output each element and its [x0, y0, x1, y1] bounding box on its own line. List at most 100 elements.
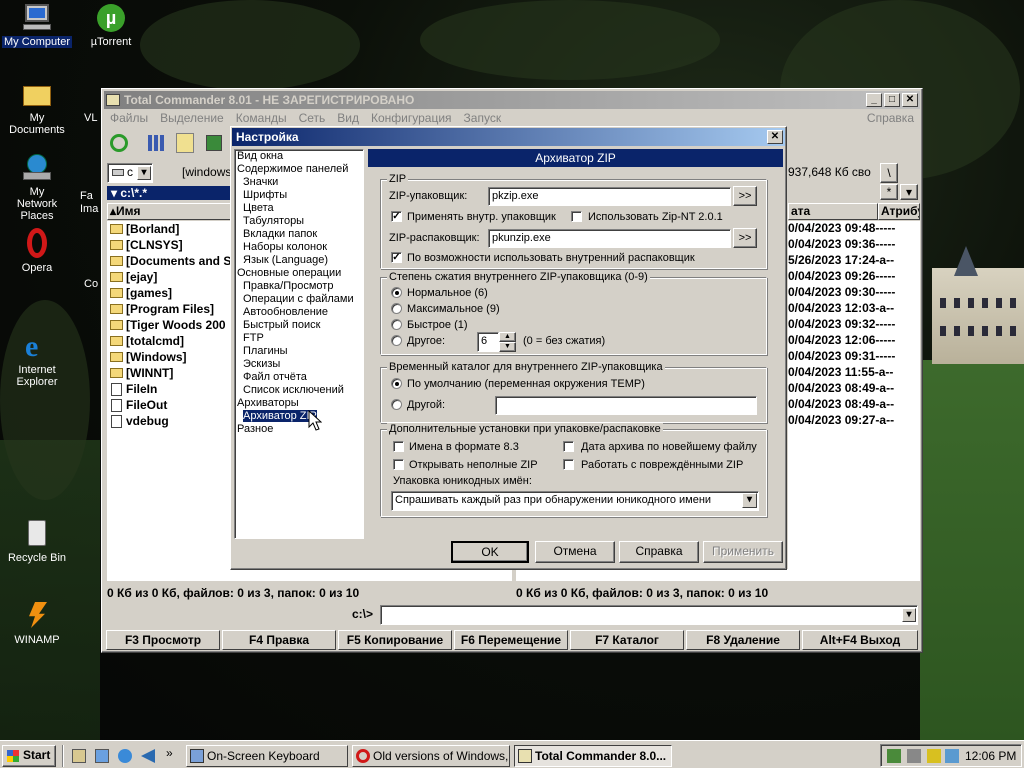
- col-date-header[interactable]: ата: [788, 203, 878, 220]
- file-row-date[interactable]: 0/04/2023 12:06-----: [788, 333, 920, 349]
- compression-level-input[interactable]: 6: [477, 332, 499, 352]
- menu-start[interactable]: Запуск: [458, 111, 508, 125]
- cancel-button[interactable]: Отмена: [535, 541, 615, 563]
- start-button[interactable]: Start: [2, 745, 56, 767]
- compression-max-radio[interactable]: [391, 303, 402, 314]
- task-on-screen-keyboard[interactable]: On-Screen Keyboard: [186, 745, 348, 767]
- menu-select[interactable]: Выделение: [154, 111, 230, 125]
- file-row[interactable]: [CLNSYS]: [107, 237, 232, 253]
- dialog-titlebar[interactable]: Настройка ✕: [232, 128, 785, 146]
- temp-default-radio[interactable]: [391, 378, 402, 389]
- close-button[interactable]: ✕: [902, 93, 918, 107]
- desktop-icon-winamp[interactable]: WINAMP: [0, 600, 74, 646]
- file-row[interactable]: [Tiger Woods 200: [107, 317, 232, 333]
- tree-item[interactable]: Архиватор ZIP: [235, 410, 363, 423]
- left-path[interactable]: ▾ c:\*.*: [107, 186, 232, 200]
- task-total-commander[interactable]: Total Commander 8.0...: [514, 745, 672, 767]
- desktop-icon-recycle-bin[interactable]: Recycle Bin: [0, 518, 74, 564]
- desktop-icon-utorrent[interactable]: µ µTorrent: [74, 2, 148, 48]
- tray-sound-icon[interactable]: [907, 749, 921, 763]
- temp-other-radio[interactable]: [391, 399, 402, 410]
- file-row[interactable]: [games]: [107, 285, 232, 301]
- tree-item[interactable]: Табуляторы: [235, 215, 363, 228]
- use-internal-unpacker-checkbox[interactable]: ✓: [391, 252, 402, 263]
- file-row-date[interactable]: 0/04/2023 08:49-a--: [788, 381, 920, 397]
- menu-config[interactable]: Конфигурация: [365, 111, 458, 125]
- refresh-icon[interactable]: [110, 134, 128, 152]
- date-newest-checkbox[interactable]: [563, 441, 574, 452]
- use-internal-packer-checkbox[interactable]: ✓: [391, 211, 402, 222]
- menu-files[interactable]: Файлы: [104, 111, 154, 125]
- tree-item[interactable]: Содержимое панелей: [235, 163, 363, 176]
- file-row-date[interactable]: 0/04/2023 09:31-----: [788, 349, 920, 365]
- desktop-icon-my-computer[interactable]: My Computer: [0, 2, 74, 48]
- chevron-down-icon[interactable]: ▾: [742, 493, 757, 508]
- apply-button[interactable]: Применить: [703, 541, 783, 563]
- menu-help[interactable]: Справка: [861, 111, 920, 125]
- dialog-close-button[interactable]: ✕: [767, 130, 783, 144]
- tree-item[interactable]: Вид окна: [235, 150, 363, 163]
- tree-item[interactable]: FTP: [235, 332, 363, 345]
- use-zipnt-checkbox[interactable]: [571, 211, 582, 222]
- tray-network-icon[interactable]: [887, 749, 901, 763]
- file-row[interactable]: vdebug: [107, 413, 232, 429]
- explorer-icon[interactable]: [95, 749, 109, 763]
- right-date-list[interactable]: 0/04/2023 09:48----- 0/04/2023 09:36-----…: [788, 221, 920, 581]
- col-name-header[interactable]: ▴Имя: [107, 203, 232, 220]
- tree-item[interactable]: Наборы колонок: [235, 241, 363, 254]
- alt-f4-exit-button[interactable]: Alt+F4 Выход: [802, 630, 918, 650]
- spin-up-button[interactable]: ▲: [499, 332, 516, 342]
- tree-item[interactable]: Шрифты: [235, 189, 363, 202]
- thumbnails-icon[interactable]: [206, 135, 222, 151]
- compression-fast-radio[interactable]: [391, 319, 402, 330]
- packer-input[interactable]: pkzip.exe: [488, 187, 731, 206]
- chevron-down-icon[interactable]: ▾: [902, 608, 916, 622]
- history-button[interactable]: ▾: [900, 184, 918, 200]
- tray-display-icon[interactable]: [945, 749, 959, 763]
- desktop-icon-co-label[interactable]: Co: [84, 278, 98, 291]
- names83-checkbox[interactable]: [393, 441, 404, 452]
- tree-item[interactable]: Разное: [235, 423, 363, 436]
- drive-selector[interactable]: c ▾: [107, 163, 153, 183]
- f6-move-button[interactable]: F6 Перемещение: [454, 630, 568, 650]
- f5-copy-button[interactable]: F5 Копирование: [338, 630, 452, 650]
- file-row[interactable]: [Documents and S: [107, 253, 232, 269]
- file-row-date[interactable]: 0/04/2023 09:32-----: [788, 317, 920, 333]
- file-row[interactable]: [ejay]: [107, 269, 232, 285]
- work-damaged-checkbox[interactable]: [563, 459, 574, 470]
- tree-item[interactable]: Правка/Просмотр: [235, 280, 363, 293]
- tree-item[interactable]: Вкладки папок: [235, 228, 363, 241]
- unpacker-input[interactable]: pkunzip.exe: [488, 229, 731, 248]
- f3-view-button[interactable]: F3 Просмотр: [106, 630, 220, 650]
- settings-tree[interactable]: Вид окна Содержимое панелей Значки Шрифты Цв…: [234, 149, 364, 539]
- spin-down-button[interactable]: ▼: [499, 342, 516, 352]
- temp-path-input[interactable]: [495, 396, 757, 415]
- file-row[interactable]: [Borland]: [107, 221, 232, 237]
- tree-item[interactable]: Плагины: [235, 345, 363, 358]
- maximize-button[interactable]: □: [884, 93, 900, 107]
- desktop-icon-network[interactable]: My Network Places: [0, 152, 74, 222]
- file-row-date[interactable]: 0/04/2023 09:27-a--: [788, 413, 920, 429]
- minimize-button[interactable]: _: [866, 93, 882, 107]
- file-row[interactable]: [totalcmd]: [107, 333, 232, 349]
- outlook-icon[interactable]: [141, 749, 155, 763]
- file-row-date[interactable]: 0/04/2023 09:26-----: [788, 269, 920, 285]
- file-row[interactable]: FileIn: [107, 381, 232, 397]
- desktop-icon-fa-label[interactable]: Fa Ima: [80, 190, 100, 216]
- help-button[interactable]: Справка: [619, 541, 699, 563]
- menu-view[interactable]: Вид: [331, 111, 365, 125]
- tray-power-icon[interactable]: [927, 749, 941, 763]
- left-file-list[interactable]: [Borland] [CLNSYS] [Documents and S [ejay][…: [107, 221, 232, 581]
- show-desktop-icon[interactable]: [72, 749, 86, 763]
- file-row[interactable]: FileOut: [107, 397, 232, 413]
- desktop-icon-vlc-label[interactable]: VL: [84, 112, 97, 125]
- icons-view-icon[interactable]: [148, 135, 164, 151]
- desktop-icon-ie[interactable]: e Internet Explorer: [0, 330, 74, 389]
- file-row-date[interactable]: 0/04/2023 12:03-a--: [788, 301, 920, 317]
- file-row[interactable]: [WINNT]: [107, 365, 232, 381]
- clock[interactable]: 12:06 PM: [965, 749, 1016, 763]
- unpacker-browse-button[interactable]: >>: [733, 228, 757, 248]
- unicode-select[interactable]: Спрашивать каждый раз при обнаружении юн…: [391, 491, 759, 511]
- tree-item[interactable]: Основные операции: [235, 267, 363, 280]
- file-row-date[interactable]: 0/04/2023 08:49-a--: [788, 397, 920, 413]
